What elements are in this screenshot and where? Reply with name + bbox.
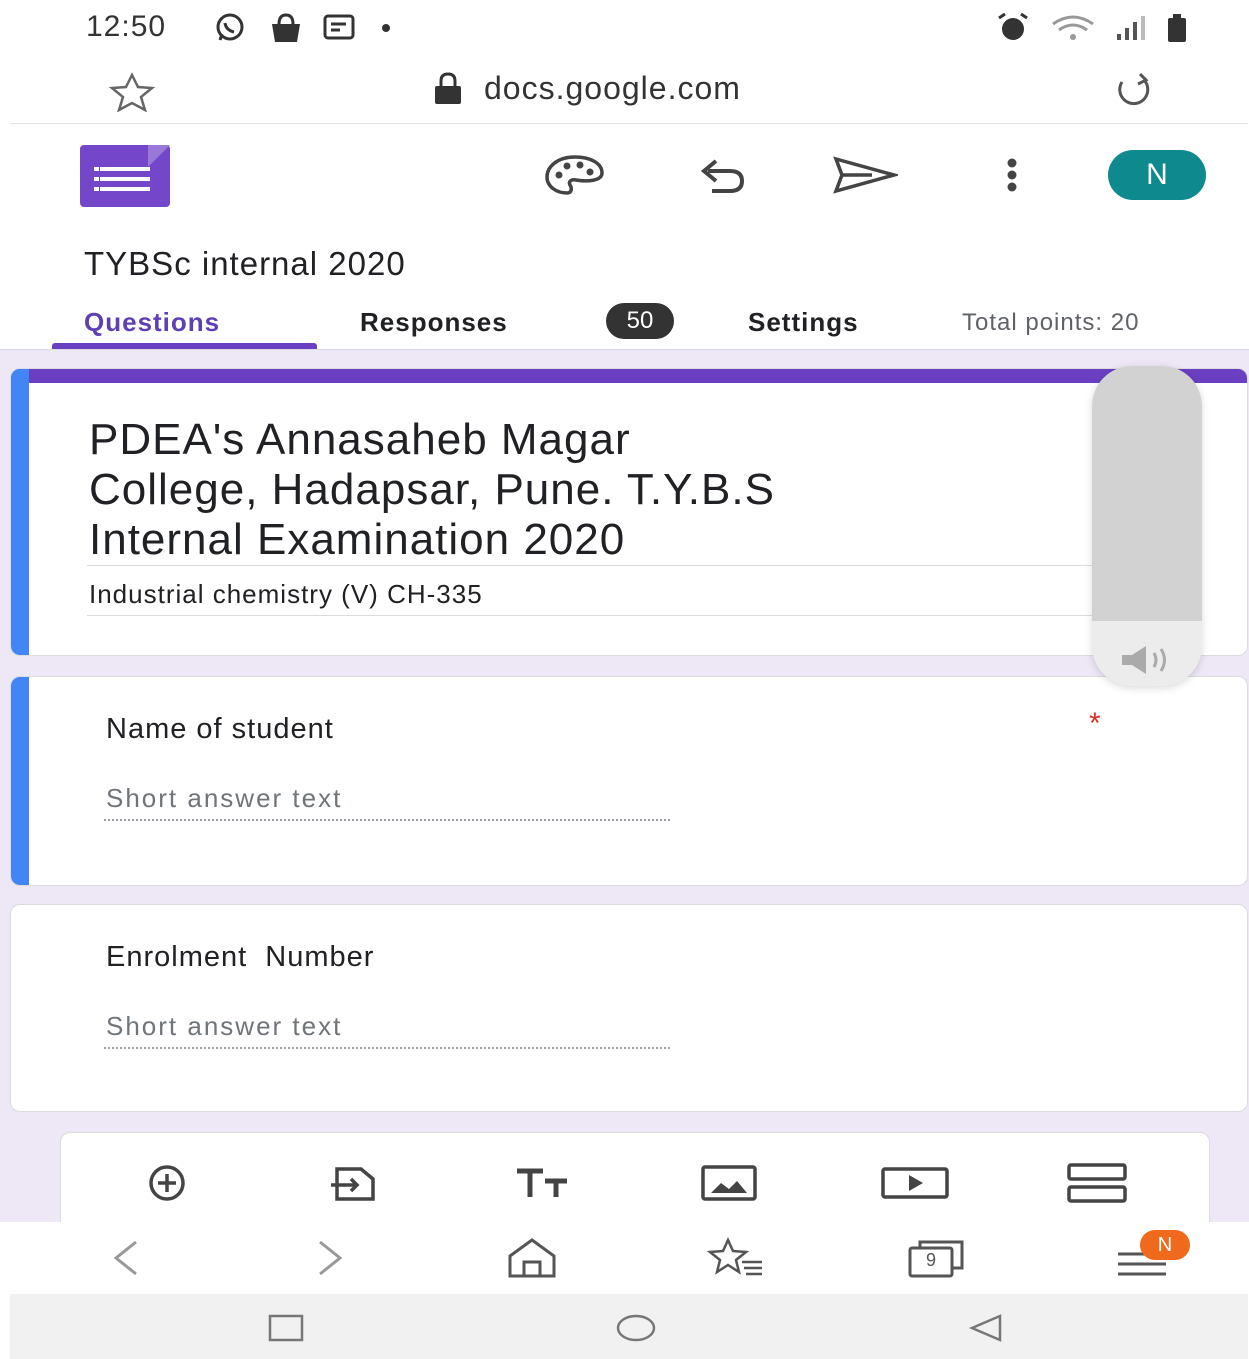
tab-settings[interactable]: Settings xyxy=(748,307,859,338)
lock-icon xyxy=(435,71,461,104)
reload-icon[interactable] xyxy=(1106,70,1160,110)
forms-app-header: N TYBSc internal 2020 Questions Response… xyxy=(0,125,1249,350)
star-icon[interactable] xyxy=(106,72,158,112)
send-icon[interactable] xyxy=(832,153,898,197)
back-icon[interactable] xyxy=(106,1236,146,1280)
form-toolbar xyxy=(60,1132,1210,1222)
browser-bottom-nav: 9 N xyxy=(0,1222,1249,1294)
more-vert-icon[interactable] xyxy=(1000,153,1024,197)
alarm-icon xyxy=(998,12,1028,40)
bookmarks-icon[interactable] xyxy=(706,1236,766,1280)
battery-icon xyxy=(1168,14,1186,42)
undo-icon[interactable] xyxy=(694,153,750,197)
answer-underline xyxy=(104,819,670,821)
browser-url-bar: docs.google.com xyxy=(10,58,1248,124)
tab-questions[interactable]: Questions xyxy=(84,307,220,338)
tab-responses[interactable]: Responses xyxy=(360,307,508,338)
back-triangle-icon[interactable] xyxy=(966,1312,1006,1344)
status-left-icons xyxy=(212,12,396,44)
form-tabs: Questions Responses 50 Settings Total po… xyxy=(0,303,1249,349)
message-icon xyxy=(323,14,355,40)
wifi-icon xyxy=(1052,15,1094,40)
import-questions-icon[interactable] xyxy=(327,1163,383,1203)
notification-badge: N xyxy=(1140,1230,1190,1260)
account-avatar[interactable]: N xyxy=(1108,150,1206,200)
active-tab-indicator xyxy=(52,343,317,349)
speaker-icon[interactable] xyxy=(1118,642,1178,678)
responses-count-badge: 50 xyxy=(606,303,674,339)
answer-underline xyxy=(104,1047,670,1049)
tabs-count: 9 xyxy=(926,1250,937,1270)
divider xyxy=(87,615,1097,616)
divider xyxy=(87,565,1097,566)
total-points: Total points: 20 xyxy=(962,309,1140,336)
palette-icon[interactable] xyxy=(542,153,608,197)
form-header-card[interactable]: PDEA's Annasaheb Magar College, Hadapsar… xyxy=(10,368,1248,656)
form-description[interactable]: Industrial chemistry (V) CH-335 xyxy=(89,579,483,610)
tabs-icon[interactable]: 9 xyxy=(906,1236,966,1280)
home-circle-icon[interactable] xyxy=(614,1312,658,1344)
google-forms-logo[interactable] xyxy=(80,145,170,207)
volume-slider[interactable] xyxy=(1092,366,1202,686)
add-title-icon[interactable] xyxy=(513,1163,577,1203)
shopping-bag-icon xyxy=(272,13,300,42)
add-image-icon[interactable] xyxy=(699,1163,759,1203)
status-bar: 12:50 xyxy=(0,0,1249,56)
question-card[interactable]: Enrolment Number Short answer text xyxy=(10,904,1248,1112)
question-card[interactable]: Name of student * Short answer text xyxy=(10,676,1248,886)
question-title: Name of student xyxy=(106,713,334,745)
forward-icon[interactable] xyxy=(310,1236,350,1280)
question-title: Enrolment Number xyxy=(106,941,375,973)
whatsapp-icon xyxy=(216,13,244,41)
short-answer-placeholder: Short answer text xyxy=(106,1011,343,1041)
form-header-title[interactable]: PDEA's Annasaheb Magar College, Hadapsar… xyxy=(89,415,1089,565)
status-time: 12:50 xyxy=(86,10,167,43)
url-field[interactable]: docs.google.com xyxy=(430,70,741,107)
recents-icon[interactable] xyxy=(266,1312,306,1344)
required-asterisk: * xyxy=(1089,707,1101,740)
form-title: TYBSc internal 2020 xyxy=(84,245,406,282)
dot-icon xyxy=(382,24,390,32)
signal-icon xyxy=(1117,16,1145,40)
system-nav-bar xyxy=(10,1294,1248,1359)
form-editor-content: PDEA's Annasaheb Magar College, Hadapsar… xyxy=(0,350,1249,1222)
home-icon[interactable] xyxy=(504,1236,560,1280)
active-card-indicator xyxy=(11,369,29,655)
short-answer-placeholder: Short answer text xyxy=(106,783,343,813)
volume-track xyxy=(1092,366,1202,621)
active-card-indicator xyxy=(11,677,29,885)
url-text: docs.google.com xyxy=(484,70,741,106)
add-question-icon[interactable] xyxy=(135,1163,199,1203)
add-video-icon[interactable] xyxy=(879,1163,951,1203)
add-section-icon[interactable] xyxy=(1065,1163,1129,1203)
status-right-icons xyxy=(993,12,1189,44)
header-accent-bar xyxy=(11,369,1247,383)
